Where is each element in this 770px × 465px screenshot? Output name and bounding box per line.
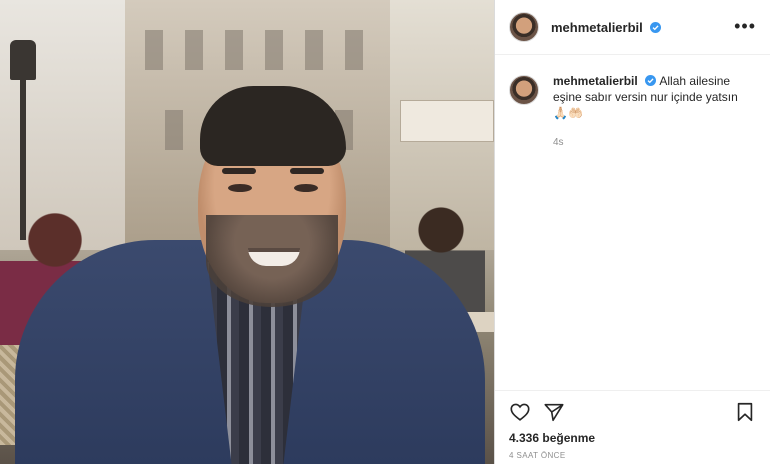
comment-username[interactable]: mehmetalierbil — [553, 74, 659, 88]
like-count[interactable]: 4.336 beğenme — [495, 423, 770, 445]
post-header: mehmetalierbil ••• — [495, 0, 770, 55]
action-bar: 4.336 beğenme 4 SAAT ÖNCE — [495, 390, 770, 465]
post-photo[interactable] — [0, 0, 494, 464]
man-eyebrow — [290, 168, 324, 174]
post-sidebar: mehmetalierbil ••• mehmetalierbil Allah … — [494, 0, 770, 464]
avatar[interactable] — [509, 12, 539, 42]
bookmark-icon[interactable] — [734, 401, 756, 423]
send-icon[interactable] — [543, 401, 565, 423]
heart-icon[interactable] — [509, 401, 531, 423]
man-eye — [294, 184, 318, 192]
verified-badge-icon — [645, 75, 657, 86]
comment-time[interactable]: 4s — [553, 135, 753, 151]
instagram-post: mehmetalierbil ••• mehmetalierbil Allah … — [0, 0, 770, 464]
caption-comment: mehmetalierbil Allah ailesine eşine sabı… — [495, 55, 770, 151]
man-eyebrow — [222, 168, 256, 174]
shop-sign — [400, 100, 494, 142]
comment-avatar[interactable] — [509, 75, 539, 105]
verified-badge-icon — [650, 21, 662, 33]
man-eye — [228, 184, 252, 192]
post-time[interactable]: 4 SAAT ÖNCE — [495, 445, 770, 460]
post-username[interactable]: mehmetalierbil — [551, 20, 662, 35]
more-options-icon[interactable]: ••• — [734, 17, 756, 35]
